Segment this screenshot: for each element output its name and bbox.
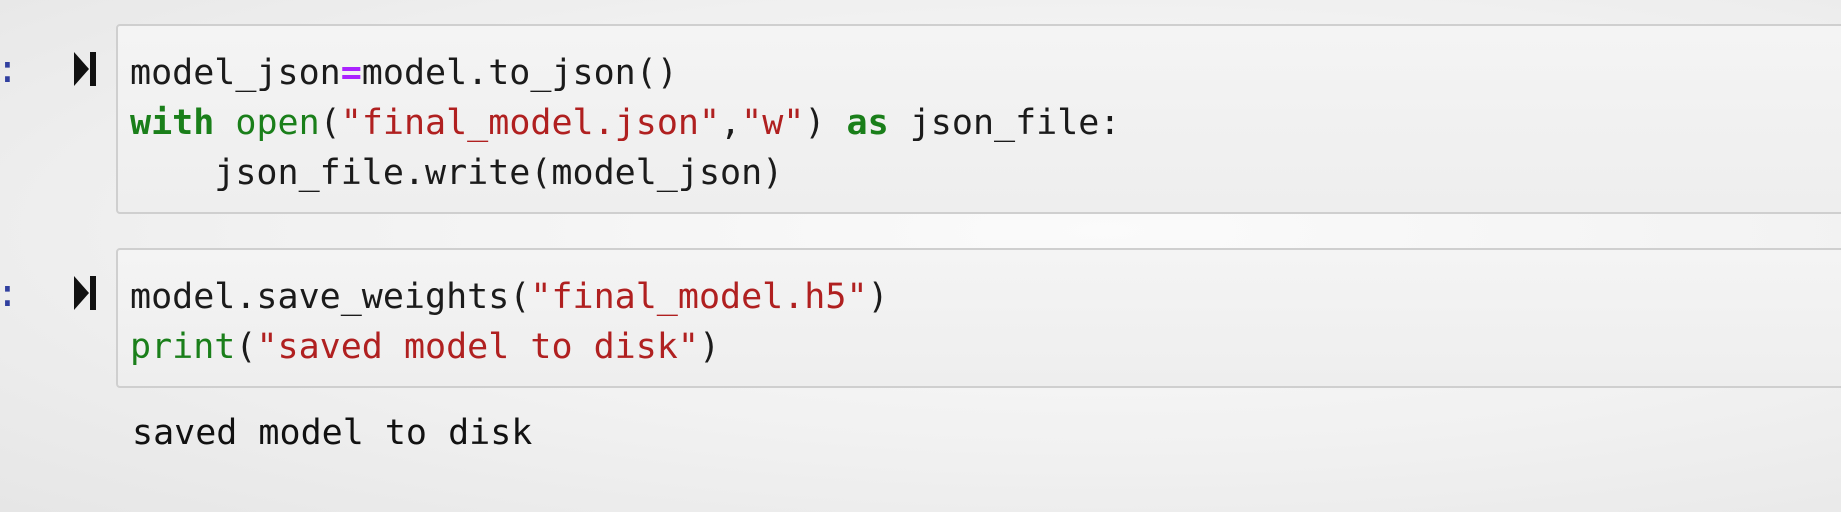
- code-line: print("saved model to disk"): [130, 327, 721, 367]
- cell-prompt: :: [0, 268, 19, 318]
- code-line: model_json=model.to_json(): [130, 53, 678, 93]
- run-cell-icon[interactable]: [72, 274, 98, 312]
- cell-prompt: :: [0, 44, 19, 94]
- code-line: model.save_weights("final_model.h5"): [130, 277, 889, 317]
- code-line: json_file.write(model_json): [130, 153, 784, 193]
- cell-input-area[interactable]: model.save_weights("final_model.h5") pri…: [116, 248, 1841, 388]
- code-line: with open("final_model.json","w") as jso…: [130, 103, 1121, 143]
- cell-input-area[interactable]: model_json=model.to_json() with open("fi…: [116, 24, 1841, 214]
- cell-output: saved model to disk: [132, 413, 533, 453]
- run-cell-icon[interactable]: [72, 50, 98, 88]
- code-editor[interactable]: model.save_weights("final_model.h5") pri…: [130, 272, 889, 372]
- code-editor[interactable]: model_json=model.to_json() with open("fi…: [130, 48, 1120, 198]
